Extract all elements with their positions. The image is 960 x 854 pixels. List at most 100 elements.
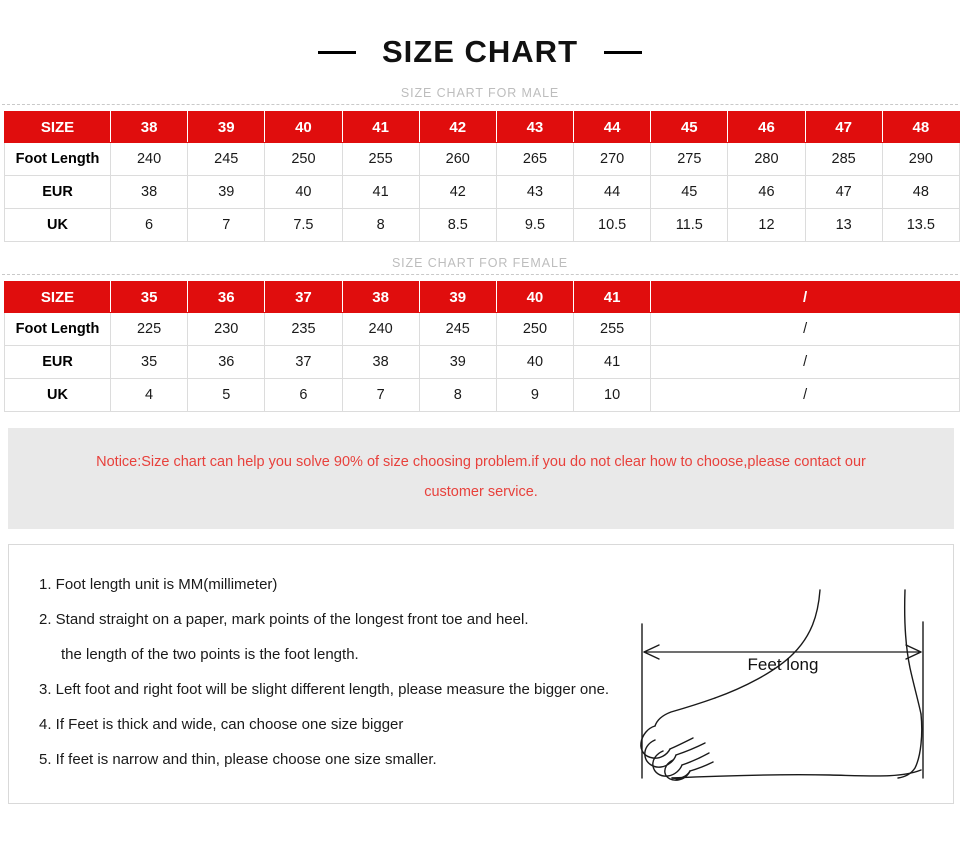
page-title-row: SIZE CHART <box>0 0 960 70</box>
foot-side-profile-icon: Feet long <box>640 589 924 781</box>
female-cell-0-merged: / <box>650 312 960 346</box>
male-cell-1-0: 38 <box>109 175 189 209</box>
male-header-cell-9: 46 <box>727 111 806 143</box>
female-cell-1-6: 41 <box>573 345 652 379</box>
list-item: the length of the two points is the foot… <box>61 646 359 663</box>
female-table-wrapper: SIZE 35 36 37 38 39 40 41 / Foot Length … <box>0 281 960 412</box>
male-header-cell-4: 41 <box>341 111 420 143</box>
female-cell-2-0: 4 <box>109 378 189 412</box>
female-header-cell-7: 41 <box>573 281 652 313</box>
male-cell-0-6: 270 <box>573 142 652 176</box>
female-row-label-2: UK <box>4 378 111 412</box>
female-cell-0-5: 250 <box>495 312 575 346</box>
male-cell-2-10: 13.5 <box>881 208 960 242</box>
title-right-dash-icon <box>604 50 642 54</box>
male-table-header-row: SIZE 38 39 40 41 42 43 44 45 46 47 48 <box>4 111 960 143</box>
male-section-divider <box>2 104 958 105</box>
female-cell-0-4: 245 <box>418 312 497 346</box>
list-item: 5. If feet is narrow and thin, please ch… <box>39 751 437 768</box>
female-header-cell-merged: / <box>650 281 960 313</box>
male-cell-0-3: 255 <box>341 142 420 176</box>
male-cell-2-3: 8 <box>341 208 420 242</box>
male-cell-0-0: 240 <box>109 142 189 176</box>
figure-label: Feet long <box>748 655 819 674</box>
table-row: EUR 35 36 37 38 39 40 41 / <box>4 345 960 379</box>
male-cell-2-1: 7 <box>187 208 266 242</box>
female-cell-1-5: 40 <box>495 345 575 379</box>
female-header-cell-4: 38 <box>341 281 420 313</box>
female-header-cell-2: 36 <box>187 281 266 313</box>
female-header-cell-5: 39 <box>418 281 497 313</box>
female-row-label-1: EUR <box>4 345 111 379</box>
female-row-label-0: Foot Length <box>4 312 111 346</box>
female-cell-2-1: 5 <box>187 378 266 412</box>
instructions-panel: 1. Foot length unit is MM(millimeter) 2.… <box>8 544 954 804</box>
female-cell-2-6: 10 <box>573 378 652 412</box>
notice-line-1: Notice:Size chart can help you solve 90%… <box>96 454 866 470</box>
male-cell-2-2: 7.5 <box>264 208 343 242</box>
notice-line-2: customer service. <box>424 484 538 500</box>
size-chart-page: SIZE CHART SIZE CHART FOR MALE SIZE 38 3… <box>0 0 960 854</box>
table-row: UK 4 5 6 7 8 9 10 / <box>4 378 960 412</box>
male-header-cell-6: 43 <box>495 111 575 143</box>
male-cell-1-5: 43 <box>495 175 575 209</box>
table-row: Foot Length 225 230 235 240 245 250 255 … <box>4 312 960 346</box>
male-header-cell-8: 45 <box>650 111 729 143</box>
male-cell-1-1: 39 <box>187 175 266 209</box>
male-row-label-2: UK <box>4 208 111 242</box>
female-cell-1-merged: / <box>650 345 960 379</box>
male-header-cell-10: 47 <box>804 111 883 143</box>
female-cell-2-2: 6 <box>264 378 343 412</box>
male-cell-2-8: 12 <box>727 208 806 242</box>
male-header-cell-5: 42 <box>418 111 497 143</box>
male-cell-1-6: 44 <box>573 175 652 209</box>
male-cell-2-4: 8.5 <box>418 208 497 242</box>
male-cell-1-3: 41 <box>341 175 420 209</box>
list-item: 3. Left foot and right foot will be slig… <box>39 681 610 698</box>
female-table-header-row: SIZE 35 36 37 38 39 40 41 / <box>4 281 960 313</box>
male-header-cell-0: SIZE <box>4 111 111 143</box>
male-header-cell-2: 39 <box>187 111 266 143</box>
female-cell-2-4: 8 <box>418 378 497 412</box>
female-cell-1-1: 36 <box>187 345 266 379</box>
male-cell-1-2: 40 <box>264 175 343 209</box>
female-cell-0-0: 225 <box>109 312 189 346</box>
female-cell-2-merged: / <box>650 378 960 412</box>
male-header-cell-11: 48 <box>881 111 960 143</box>
male-cell-2-6: 10.5 <box>573 208 652 242</box>
male-cell-0-7: 275 <box>650 142 729 176</box>
female-cell-0-2: 235 <box>264 312 343 346</box>
list-item: 4. If Feet is thick and wide, can choose… <box>39 716 404 733</box>
male-cell-2-7: 11.5 <box>650 208 729 242</box>
male-cell-0-2: 250 <box>264 142 343 176</box>
instructions-list: 1. Foot length unit is MM(millimeter) 2.… <box>39 567 709 777</box>
male-header-cell-7: 44 <box>573 111 652 143</box>
male-row-label-0: Foot Length <box>4 142 111 176</box>
male-cell-0-8: 280 <box>727 142 806 176</box>
male-table-wrapper: SIZE 38 39 40 41 42 43 44 45 46 47 48 Fo… <box>0 111 960 242</box>
male-cell-1-4: 42 <box>418 175 497 209</box>
table-row: UK 6 7 7.5 8 8.5 9.5 10.5 11.5 12 13 13.… <box>4 208 960 242</box>
female-size-table: SIZE 35 36 37 38 39 40 41 / Foot Length … <box>4 281 960 412</box>
male-cell-0-4: 260 <box>418 142 497 176</box>
notice-box: Notice:Size chart can help you solve 90%… <box>8 428 954 529</box>
female-cell-0-3: 240 <box>341 312 420 346</box>
female-header-cell-6: 40 <box>495 281 575 313</box>
male-cell-2-9: 13 <box>804 208 883 242</box>
male-row-label-1: EUR <box>4 175 111 209</box>
male-cell-0-1: 245 <box>187 142 266 176</box>
male-cell-0-10: 290 <box>881 142 960 176</box>
female-cell-0-6: 255 <box>573 312 652 346</box>
female-cell-1-4: 39 <box>418 345 497 379</box>
male-cell-0-5: 265 <box>495 142 575 176</box>
female-cell-2-5: 9 <box>495 378 575 412</box>
female-section-caption: SIZE CHART FOR FEMALE <box>391 256 569 270</box>
male-cell-1-9: 47 <box>804 175 883 209</box>
female-header-cell-0: SIZE <box>4 281 111 313</box>
page-title: SIZE CHART <box>382 34 578 69</box>
male-header-cell-3: 40 <box>264 111 343 143</box>
female-section-divider <box>2 274 958 275</box>
male-section-caption: SIZE CHART FOR MALE <box>400 86 560 100</box>
male-size-table: SIZE 38 39 40 41 42 43 44 45 46 47 48 Fo… <box>4 111 960 242</box>
male-header-cell-1: 38 <box>109 111 189 143</box>
